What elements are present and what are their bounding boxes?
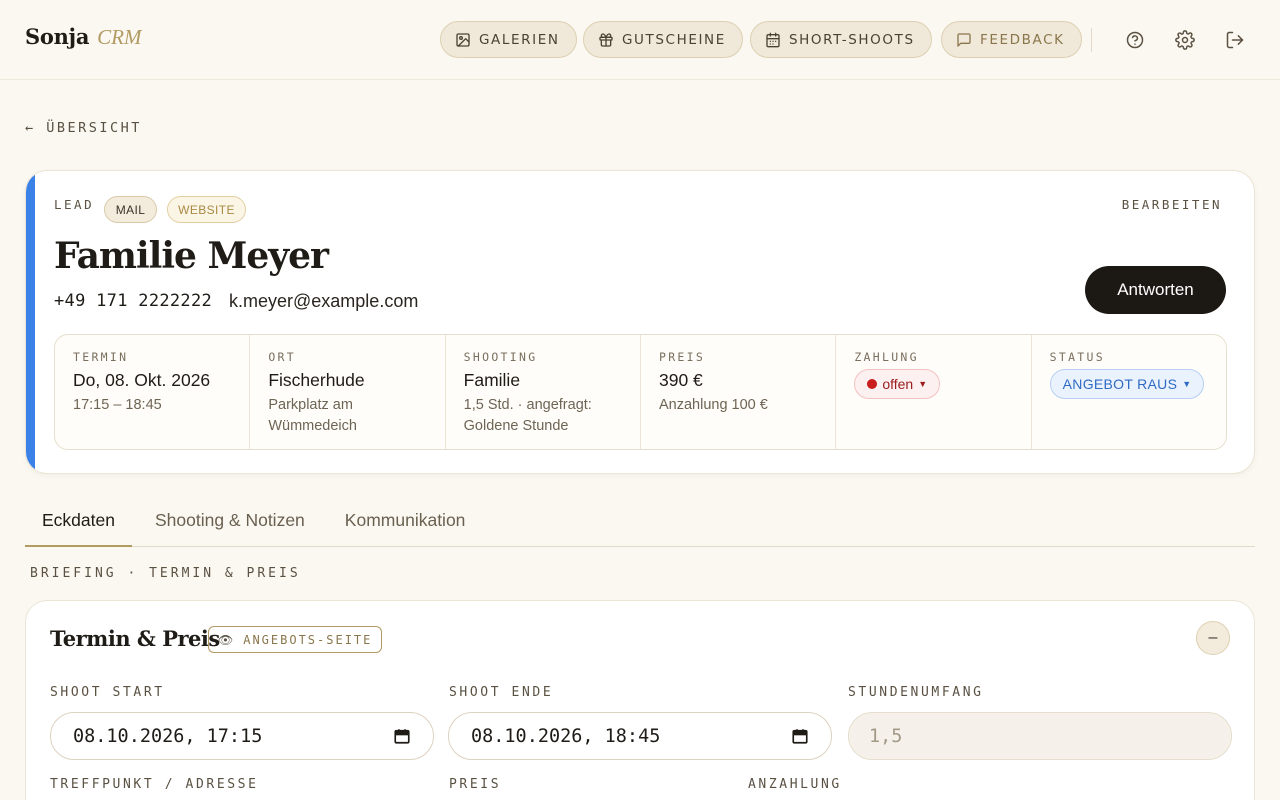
- info-shooting-sub: 1,5 Std. · angefragt: Goldene Stunde: [463, 397, 592, 434]
- nav-divider: [1091, 28, 1092, 52]
- info-preis: PREIS 390 € Anzahlung 100 €: [641, 335, 837, 449]
- preis-label: PREIS: [449, 777, 502, 792]
- help-icon[interactable]: [1123, 28, 1147, 52]
- info-zahlung-label: ZAHLUNG: [854, 350, 919, 364]
- image-icon: [456, 32, 470, 47]
- info-termin-label: TERMIN: [73, 350, 129, 364]
- info-preis-sub: Anzahlung 100 €: [658, 397, 768, 413]
- stundenumfang-value: 1,5: [869, 725, 903, 747]
- lead-info-grid: TERMIN Do, 08. Okt. 2026 17:15 – 18:45 O…: [54, 334, 1227, 450]
- shoot-start-input[interactable]: 08.10.2026, 17:15: [50, 712, 434, 760]
- edit-lead-button[interactable]: BEARBEITEN: [1122, 197, 1222, 212]
- lead-email[interactable]: k.meyer@example.com: [229, 291, 418, 312]
- calendar-icon[interactable]: [393, 727, 411, 745]
- settings-icon[interactable]: [1173, 28, 1197, 52]
- chevron-down-icon: ▼: [918, 379, 928, 389]
- tag-website: WEBSITE: [167, 196, 246, 223]
- info-status: STATUS ANGEBOT RAUS ▼: [1032, 335, 1226, 449]
- lead-phone[interactable]: +49 171 2222222: [54, 291, 212, 311]
- offer-page-label: ANGEBOTS-SEITE: [243, 632, 373, 647]
- info-preis-label: PREIS: [658, 350, 706, 364]
- info-ort: ORT Fischerhude Parkplatz am Wümmedeich: [250, 335, 446, 449]
- nav-galerien-label: GALERIEN: [479, 31, 560, 48]
- info-shooting-label: SHOOTING: [463, 350, 538, 364]
- back-to-overview-link[interactable]: ← ÜBERSICHT: [25, 120, 142, 136]
- info-termin: TERMIN Do, 08. Okt. 2026 17:15 – 18:45: [55, 335, 251, 449]
- payment-status-dot-icon: [867, 379, 878, 389]
- offer-page-button[interactable]: 👁 ANGEBOTS-SEITE: [208, 626, 383, 653]
- lead-name: Familie Meyer: [54, 235, 329, 277]
- lead-accent-bar: [26, 171, 35, 473]
- shoot-start-value: 08.10.2026, 17:15: [73, 725, 263, 747]
- info-ort-value: Fischerhude: [268, 370, 365, 390]
- shoot-start-label: SHOOT START: [50, 685, 165, 700]
- detail-tabs: Eckdaten Shooting & Notizen Kommunikatio…: [25, 500, 1255, 547]
- message-icon: [957, 32, 971, 47]
- gift-icon: [599, 32, 613, 47]
- info-ort-label: ORT: [268, 350, 296, 364]
- collapse-button[interactable]: –: [1196, 621, 1230, 655]
- termin-preis-card: Termin & Preis 👁 ANGEBOTS-SEITE – SHOOT …: [25, 600, 1255, 800]
- chevron-down-icon: ▼: [1182, 379, 1192, 389]
- section-eyebrow: BRIEFING · TERMIN & PREIS: [30, 566, 301, 581]
- nav-short-shoots-button[interactable]: SHORT-SHOOTS: [750, 21, 932, 58]
- top-bar: Sonja CRM GALERIEN GUTSCHEINE SHORT-SHOO…: [0, 0, 1280, 80]
- nav-short-shoots-label: SHORT-SHOOTS: [789, 31, 915, 48]
- lead-card: LEAD MAIL WEBSITE BEARBEITEN Familie Mey…: [25, 170, 1255, 474]
- shoot-ende-value: 08.10.2026, 18:45: [471, 725, 661, 747]
- payment-status-value: offen: [882, 376, 914, 392]
- info-ort-sub: Parkplatz am Wümmedeich: [268, 397, 357, 434]
- treffpunkt-label: TREFFPUNKT / ADRESSE: [50, 777, 259, 792]
- tab-shooting-notizen[interactable]: Shooting & Notizen: [138, 500, 322, 547]
- nav-galerien-button[interactable]: GALERIEN: [440, 21, 577, 58]
- reply-button[interactable]: Antworten: [1085, 266, 1226, 314]
- brand-name: Sonja: [25, 24, 90, 49]
- info-termin-sub: 17:15 – 18:45: [73, 397, 162, 413]
- lead-type-label: LEAD: [54, 197, 95, 212]
- tab-kommunikation[interactable]: Kommunikation: [328, 500, 483, 547]
- info-zahlung: ZAHLUNG offen ▼: [836, 335, 1032, 449]
- nav-feedback-label: FEEDBACK: [980, 31, 1065, 48]
- logout-icon[interactable]: [1223, 28, 1247, 52]
- info-termin-value: Do, 08. Okt. 2026: [73, 370, 211, 390]
- info-preis-value: 390 €: [658, 370, 703, 390]
- brand-logo[interactable]: Sonja CRM: [25, 24, 141, 50]
- calendar-icon[interactable]: [791, 727, 809, 745]
- eye-icon: 👁: [218, 632, 236, 647]
- card-title: Termin & Preis: [50, 626, 220, 651]
- shoot-ende-input[interactable]: 08.10.2026, 18:45: [448, 712, 832, 760]
- shoot-ende-label: SHOOT ENDE: [449, 685, 554, 700]
- lead-status-dropdown[interactable]: ANGEBOT RAUS ▼: [1049, 369, 1205, 399]
- brand-subtitle: CRM: [97, 25, 142, 49]
- lead-status-value: ANGEBOT RAUS: [1062, 376, 1178, 392]
- nav-gutscheine-button[interactable]: GUTSCHEINE: [583, 21, 743, 58]
- tab-eckdaten[interactable]: Eckdaten: [25, 500, 132, 547]
- info-shooting-value: Familie: [463, 370, 521, 390]
- anzahlung-label: ANZAHLUNG: [748, 777, 842, 792]
- info-status-label: STATUS: [1049, 350, 1105, 364]
- tag-mail: MAIL: [104, 196, 157, 223]
- stundenumfang-label: STUNDENUMFANG: [848, 685, 984, 700]
- payment-status-dropdown[interactable]: offen ▼: [854, 369, 941, 399]
- nav-gutscheine-label: GUTSCHEINE: [622, 31, 726, 48]
- stundenumfang-field: 1,5: [848, 712, 1232, 760]
- calendar-icon: [766, 32, 780, 47]
- nav-feedback-button[interactable]: FEEDBACK: [941, 21, 1082, 58]
- info-shooting: SHOOTING Familie 1,5 Std. · angefragt: G…: [446, 335, 641, 449]
